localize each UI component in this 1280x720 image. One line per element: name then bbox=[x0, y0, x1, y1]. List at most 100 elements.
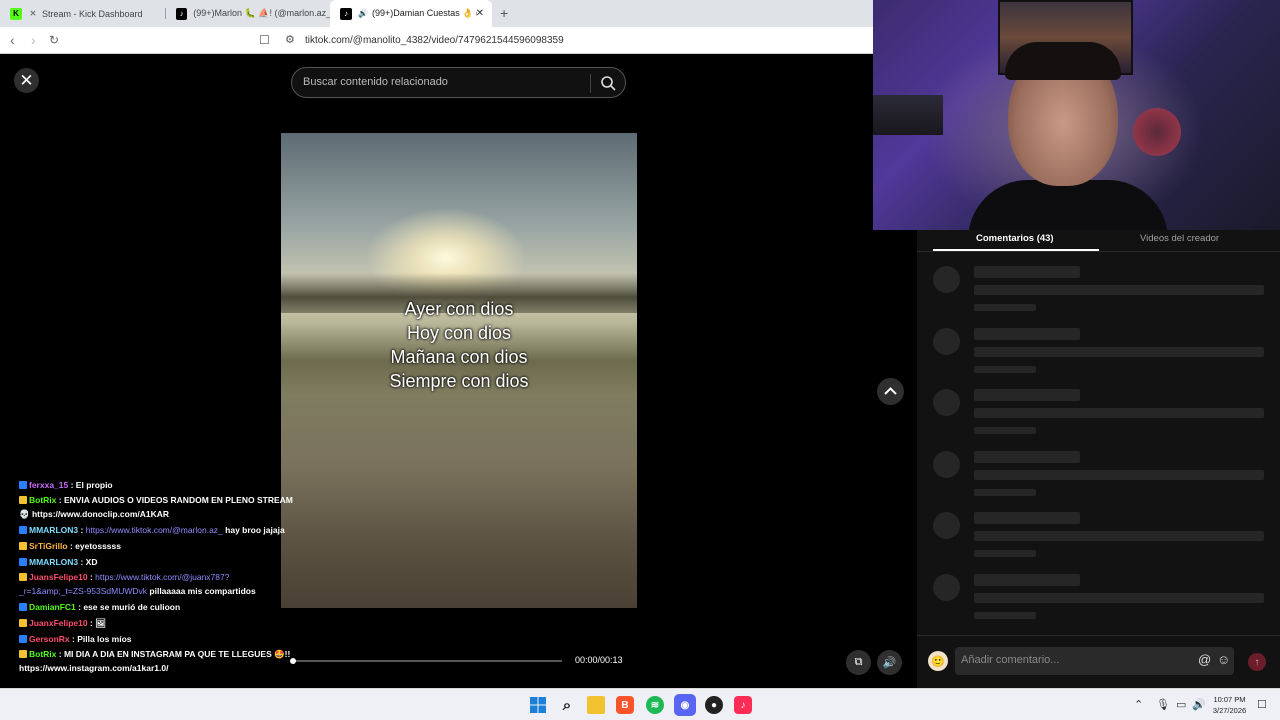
chat-username[interactable]: GersonRx bbox=[29, 634, 70, 644]
comment-skeleton-line bbox=[974, 346, 1264, 357]
comment-skeleton-line bbox=[974, 573, 1080, 586]
chat-message: DamianFC1 : ese se murió de culioon bbox=[19, 599, 294, 615]
search-divider bbox=[590, 74, 591, 93]
webcam-streamer-hair bbox=[1005, 42, 1121, 80]
chat-message: MMARLON3 : XD bbox=[19, 554, 294, 570]
comment-skeleton-line bbox=[974, 266, 1080, 278]
chat-username[interactable]: MMARLON3 bbox=[29, 557, 78, 567]
reload-icon[interactable]: ↻ bbox=[49, 33, 59, 47]
speaker-icon[interactable]: 🔊 bbox=[358, 8, 368, 20]
new-tab-button[interactable]: + bbox=[500, 5, 508, 21]
previous-video-button[interactable] bbox=[877, 378, 904, 405]
chat-username[interactable]: ferxxa_15 bbox=[29, 480, 68, 490]
file-explorer-icon[interactable] bbox=[587, 696, 605, 714]
chat-username[interactable]: DamianFC1 bbox=[29, 602, 76, 612]
tab-label: (99+)Damian Cuestas 👌 (@ bbox=[372, 8, 477, 18]
url-field[interactable]: tiktok.com/@manolito_4382/video/74796215… bbox=[305, 35, 564, 46]
back-icon[interactable]: ‹ bbox=[10, 32, 15, 48]
close-icon: ✕ bbox=[19, 70, 34, 90]
comment-skeleton-line bbox=[974, 285, 1264, 295]
stream-chat-overlay: ferxxa_15 : El propio BotRix : ENVIA AUDI… bbox=[19, 477, 294, 676]
comment-skeleton-avatar bbox=[933, 512, 960, 539]
chat-username[interactable]: JuanxFelipe10 bbox=[29, 618, 88, 628]
pip-icon: ⧉ bbox=[854, 656, 863, 668]
comment-skeleton-line bbox=[974, 408, 1264, 418]
video-player[interactable]: Ayer con dios Hoy con dios Mañana con di… bbox=[281, 133, 637, 608]
volume-button[interactable]: 🔊 bbox=[877, 650, 902, 675]
brave-browser-icon[interactable]: B bbox=[616, 696, 634, 714]
comment-placeholder: Añadir comentario... bbox=[961, 654, 1060, 666]
forward-icon[interactable]: › bbox=[31, 32, 36, 48]
chat-badge-icon bbox=[19, 558, 27, 566]
system-clock[interactable]: 10:07 PM 3/27/2026 bbox=[1207, 694, 1252, 716]
caption-line: Siempre con dios bbox=[389, 371, 529, 391]
chat-text: pillaaaaa mis compartidos bbox=[149, 586, 256, 596]
chat-username[interactable]: BotRix bbox=[29, 649, 56, 659]
comment-skeleton-avatar bbox=[933, 389, 960, 416]
search-input[interactable]: Buscar contenido relacionado bbox=[303, 76, 448, 88]
chat-message: JuanxFelipe10 : 🖼 bbox=[19, 615, 294, 631]
notifications-icon[interactable]: ☐ bbox=[1257, 698, 1267, 711]
comment-skeleton-line bbox=[974, 427, 1036, 434]
comment-skeleton-avatar bbox=[933, 450, 960, 478]
related-search[interactable]: Buscar contenido relacionado bbox=[291, 67, 626, 98]
close-video-button[interactable]: ✕ bbox=[14, 68, 39, 93]
browser-tab-bar: K ✕ Stream - Kick Dashboard ♪ (99+)Marlo… bbox=[0, 0, 873, 27]
tab-tiktok-damian[interactable]: ♪ 🔊 (99+)Damian Cuestas 👌 (@ ✕ bbox=[330, 0, 492, 27]
comment-skeleton-line bbox=[974, 512, 1080, 524]
mention-icon[interactable]: @ bbox=[1198, 652, 1211, 667]
chat-username[interactable]: BotRix bbox=[29, 495, 56, 505]
chat-message: BotRix : MI DIA A DIA EN INSTAGRAM PA QU… bbox=[19, 649, 291, 673]
bookmark-icon[interactable]: ☐ bbox=[259, 33, 270, 47]
arrow-up-icon: ↑ bbox=[1254, 656, 1260, 668]
chat-badge-icon bbox=[19, 619, 27, 627]
chat-username[interactable]: MMARLON3 bbox=[29, 525, 78, 535]
caption-line: Mañana con dios bbox=[390, 347, 528, 367]
tiktok-icon[interactable]: ♪ bbox=[734, 696, 752, 714]
webcam-streamer-shirt bbox=[968, 180, 1168, 230]
comment-skeleton-line bbox=[974, 365, 1036, 373]
microphone-icon[interactable]: 🎙 bbox=[1156, 698, 1170, 711]
clock-date: 3/27/2026 bbox=[1212, 706, 1247, 715]
tab-kick-dashboard[interactable]: K ✕ Stream - Kick Dashboard bbox=[0, 0, 165, 27]
comment-skeleton-line bbox=[974, 469, 1264, 480]
emoji-icon[interactable]: ☺ bbox=[1217, 652, 1230, 667]
chat-username[interactable]: JuansFelipe10 bbox=[29, 572, 88, 582]
address-bar: ‹ › ↻ ☐ ⚙ tiktok.com/@manolito_4382/vide… bbox=[0, 27, 873, 54]
avatar[interactable]: 🙂 bbox=[928, 651, 948, 671]
chat-username[interactable]: SrTiGrillo bbox=[29, 541, 68, 551]
chat-badge-icon bbox=[19, 650, 27, 658]
show-hidden-icons[interactable]: ⌃ bbox=[1134, 698, 1143, 711]
send-comment-button[interactable]: ↑ bbox=[1248, 653, 1266, 671]
chat-text: eyetosssss bbox=[75, 541, 121, 551]
chat-link[interactable]: https://www.tiktok.com/@marlon.az_ bbox=[86, 525, 223, 535]
webcam-wall-sign bbox=[1133, 108, 1181, 156]
comment-skeleton-line bbox=[974, 611, 1036, 619]
comment-skeleton-line bbox=[974, 550, 1036, 557]
search-icon[interactable] bbox=[599, 74, 617, 92]
comments-panel: Comentarios (43) Videos del creador bbox=[917, 230, 1280, 688]
chat-message: BotRix : ENVIA AUDIOS O VIDEOS RANDOM EN… bbox=[19, 495, 293, 519]
tab-comments[interactable]: Comentarios (43) bbox=[976, 233, 1054, 244]
network-icon[interactable]: ▭ bbox=[1176, 698, 1186, 711]
search-icon[interactable]: ⌕ bbox=[558, 696, 576, 714]
spotify-icon[interactable]: ≋ bbox=[646, 696, 664, 714]
windows-start-icon[interactable] bbox=[529, 696, 547, 714]
tab-label: (99+)Marlon 🐛 ⛵! (@marlon.az_) | bbox=[193, 8, 330, 18]
tab-creator-videos[interactable]: Videos del creador bbox=[1140, 233, 1219, 244]
floating-player-button[interactable]: ⧉ bbox=[846, 650, 871, 675]
obs-icon[interactable]: ● bbox=[705, 696, 723, 714]
chat-text: Pilla los míos bbox=[77, 634, 132, 644]
site-info-icon[interactable]: ⚙ bbox=[285, 33, 295, 46]
video-progress-bar[interactable] bbox=[290, 658, 562, 664]
close-tab-icon[interactable]: ✕ bbox=[476, 8, 484, 19]
tab-tiktok-marlon[interactable]: ♪ (99+)Marlon 🐛 ⛵! (@marlon.az_) | bbox=[166, 0, 330, 27]
comment-input[interactable]: Añadir comentario... @ ☺ bbox=[955, 647, 1234, 675]
chat-message: ferxxa_15 : El propio bbox=[19, 477, 294, 493]
video-caption: Ayer con dios Hoy con dios Mañana con di… bbox=[281, 297, 637, 393]
chat-text: hay broo jajaja bbox=[225, 525, 285, 535]
discord-icon[interactable]: ◉ bbox=[674, 694, 696, 716]
caption-line: Hoy con dios bbox=[406, 323, 512, 343]
webcam-shelf bbox=[873, 95, 943, 135]
volume-icon[interactable]: 🔊 bbox=[1192, 698, 1206, 711]
